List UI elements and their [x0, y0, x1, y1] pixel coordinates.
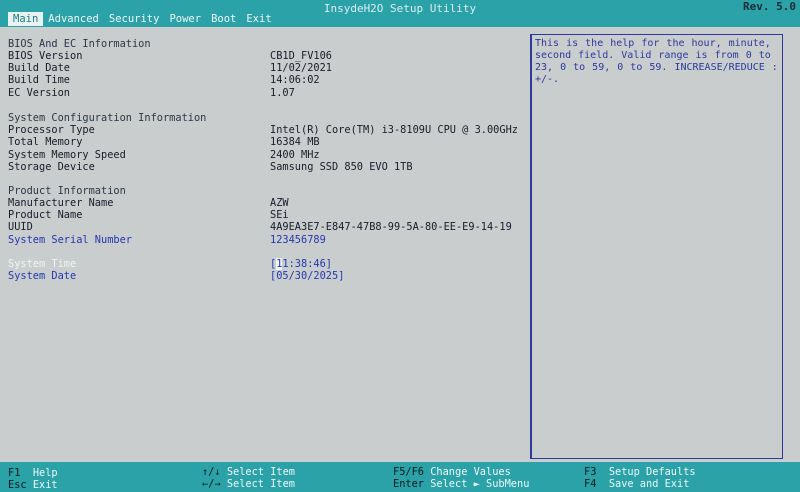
enter-desc: Select ► SubMenu: [430, 478, 530, 490]
serial-number-label: System Serial Number: [8, 234, 132, 246]
product-name-label: Product Name: [8, 209, 83, 221]
f3-desc: Setup Defaults: [608, 466, 696, 478]
serial-number-row[interactable]: System Serial Number 123456789: [8, 234, 528, 246]
f1-desc: Help: [32, 467, 58, 479]
f4-desc: Save and Exit: [608, 478, 690, 490]
footer-updown: ↑/↓ Select Item: [202, 466, 295, 478]
ec-version-row: EC Version 1.07: [8, 87, 528, 99]
memory-speed-value: 2400 MHz: [270, 149, 320, 161]
help-pane: This is the help for the hour, minute, s…: [531, 34, 783, 459]
bios-version-value: CB1D_FV106: [270, 50, 332, 62]
ec-version-label: EC Version: [8, 87, 70, 99]
uuid-label: UUID: [8, 221, 33, 233]
tab-advanced[interactable]: Advanced: [43, 12, 104, 26]
title-bar: InsydeH2O Setup Utility Rev. 5.0 Main Ad…: [0, 0, 800, 27]
footer-f4: F4 Save and Exit: [584, 478, 689, 490]
f1-key: F1: [8, 467, 21, 479]
system-section-title: System Configuration Information: [8, 112, 207, 124]
menu-bar: Main Advanced Security Power Boot Exit: [8, 12, 277, 26]
f3-key: F3: [584, 466, 597, 478]
memory-label: Total Memory: [8, 136, 83, 148]
build-date-label: Build Date: [8, 62, 70, 74]
memory-speed-row: System Memory Speed 2400 MHz: [8, 149, 528, 161]
footer-leftright: ←/→ Select Item: [202, 478, 295, 490]
system-time-row[interactable]: System Time [11:38:46]: [8, 258, 528, 270]
footer-keys: F1 Help Esc Exit ↑/↓ Select Item ←/→ Sel…: [0, 462, 800, 492]
bios-section-title: BIOS And EC Information: [8, 38, 151, 50]
esc-desc: Exit: [32, 479, 58, 491]
build-time-label: Build Time: [8, 74, 70, 86]
processor-row: Processor Type Intel(R) Core(TM) i3-8109…: [8, 124, 528, 136]
tab-security[interactable]: Security: [104, 12, 165, 26]
esc-key: Esc: [8, 479, 27, 491]
leftright-key: ←/→: [202, 478, 221, 490]
uuid-value: 4A9EA3E7-E847-47B8-99-5A-80-EE-E9-14-19: [270, 221, 512, 233]
tab-main[interactable]: Main: [8, 12, 44, 26]
product-section-title: Product Information: [8, 185, 126, 197]
storage-value: Samsung SSD 850 EVO 1TB: [270, 161, 413, 173]
memory-speed-label: System Memory Speed: [8, 149, 126, 161]
manufacturer-value: AZW: [270, 197, 289, 209]
build-date-value: 11/02/2021: [270, 62, 332, 74]
product-name-value: SEi: [270, 209, 289, 221]
bios-version-row: BIOS Version CB1D_FV106: [8, 50, 528, 62]
version-label: Rev. 5.0: [743, 0, 796, 13]
storage-label: Storage Device: [8, 161, 95, 173]
tab-exit[interactable]: Exit: [241, 12, 276, 26]
footer-esc: Esc Exit: [8, 479, 58, 491]
footer-f5f6: F5/F6 Change Values: [393, 466, 511, 478]
processor-value: Intel(R) Core(TM) i3-8109U CPU @ 3.00GHz: [270, 124, 518, 136]
updown-desc: Select Item: [226, 466, 296, 478]
memory-row: Total Memory 16384 MB: [8, 136, 528, 148]
system-date-value: [05/30/2025]: [270, 270, 345, 282]
enter-key: Enter: [393, 478, 424, 490]
manufacturer-row: Manufacturer Name AZW: [8, 197, 528, 209]
system-time-label: System Time: [8, 258, 77, 270]
footer-enter: Enter Select ► SubMenu: [393, 478, 529, 490]
build-time-row: Build Time 14:06:02: [8, 74, 528, 86]
ec-version-value: 1.07: [270, 87, 295, 99]
processor-label: Processor Type: [8, 124, 95, 136]
serial-number-value: 123456789: [270, 234, 326, 246]
build-time-value: 14:06:02: [270, 74, 320, 86]
product-name-row: Product Name SEi: [8, 209, 528, 221]
help-text: This is the help for the hour, minute, s…: [535, 38, 778, 85]
f4-key: F4: [584, 478, 597, 490]
storage-row: Storage Device Samsung SSD 850 EVO 1TB: [8, 161, 528, 173]
tab-power[interactable]: Power: [164, 12, 206, 26]
uuid-row: UUID 4A9EA3E7-E847-47B8-99-5A-80-EE-E9-1…: [8, 221, 528, 233]
memory-value: 16384 MB: [270, 136, 320, 148]
tab-boot[interactable]: Boot: [206, 12, 241, 26]
updown-key: ↑/↓: [202, 466, 221, 478]
build-date-row: Build Date 11/02/2021: [8, 62, 528, 74]
footer-f1: F1 Help: [8, 467, 58, 479]
manufacturer-label: Manufacturer Name: [8, 197, 114, 209]
system-date-row[interactable]: System Date [05/30/2025]: [8, 270, 528, 282]
f5f6-desc: Change Values: [430, 466, 511, 478]
bios-version-label: BIOS Version: [8, 50, 83, 62]
system-time-value: [11:38:46]: [270, 258, 333, 270]
footer-f3: F3 Setup Defaults: [584, 466, 696, 478]
leftright-desc: Select Item: [226, 478, 296, 490]
f5f6-key: F5/F6: [393, 466, 424, 478]
system-date-label: System Date: [8, 270, 77, 282]
